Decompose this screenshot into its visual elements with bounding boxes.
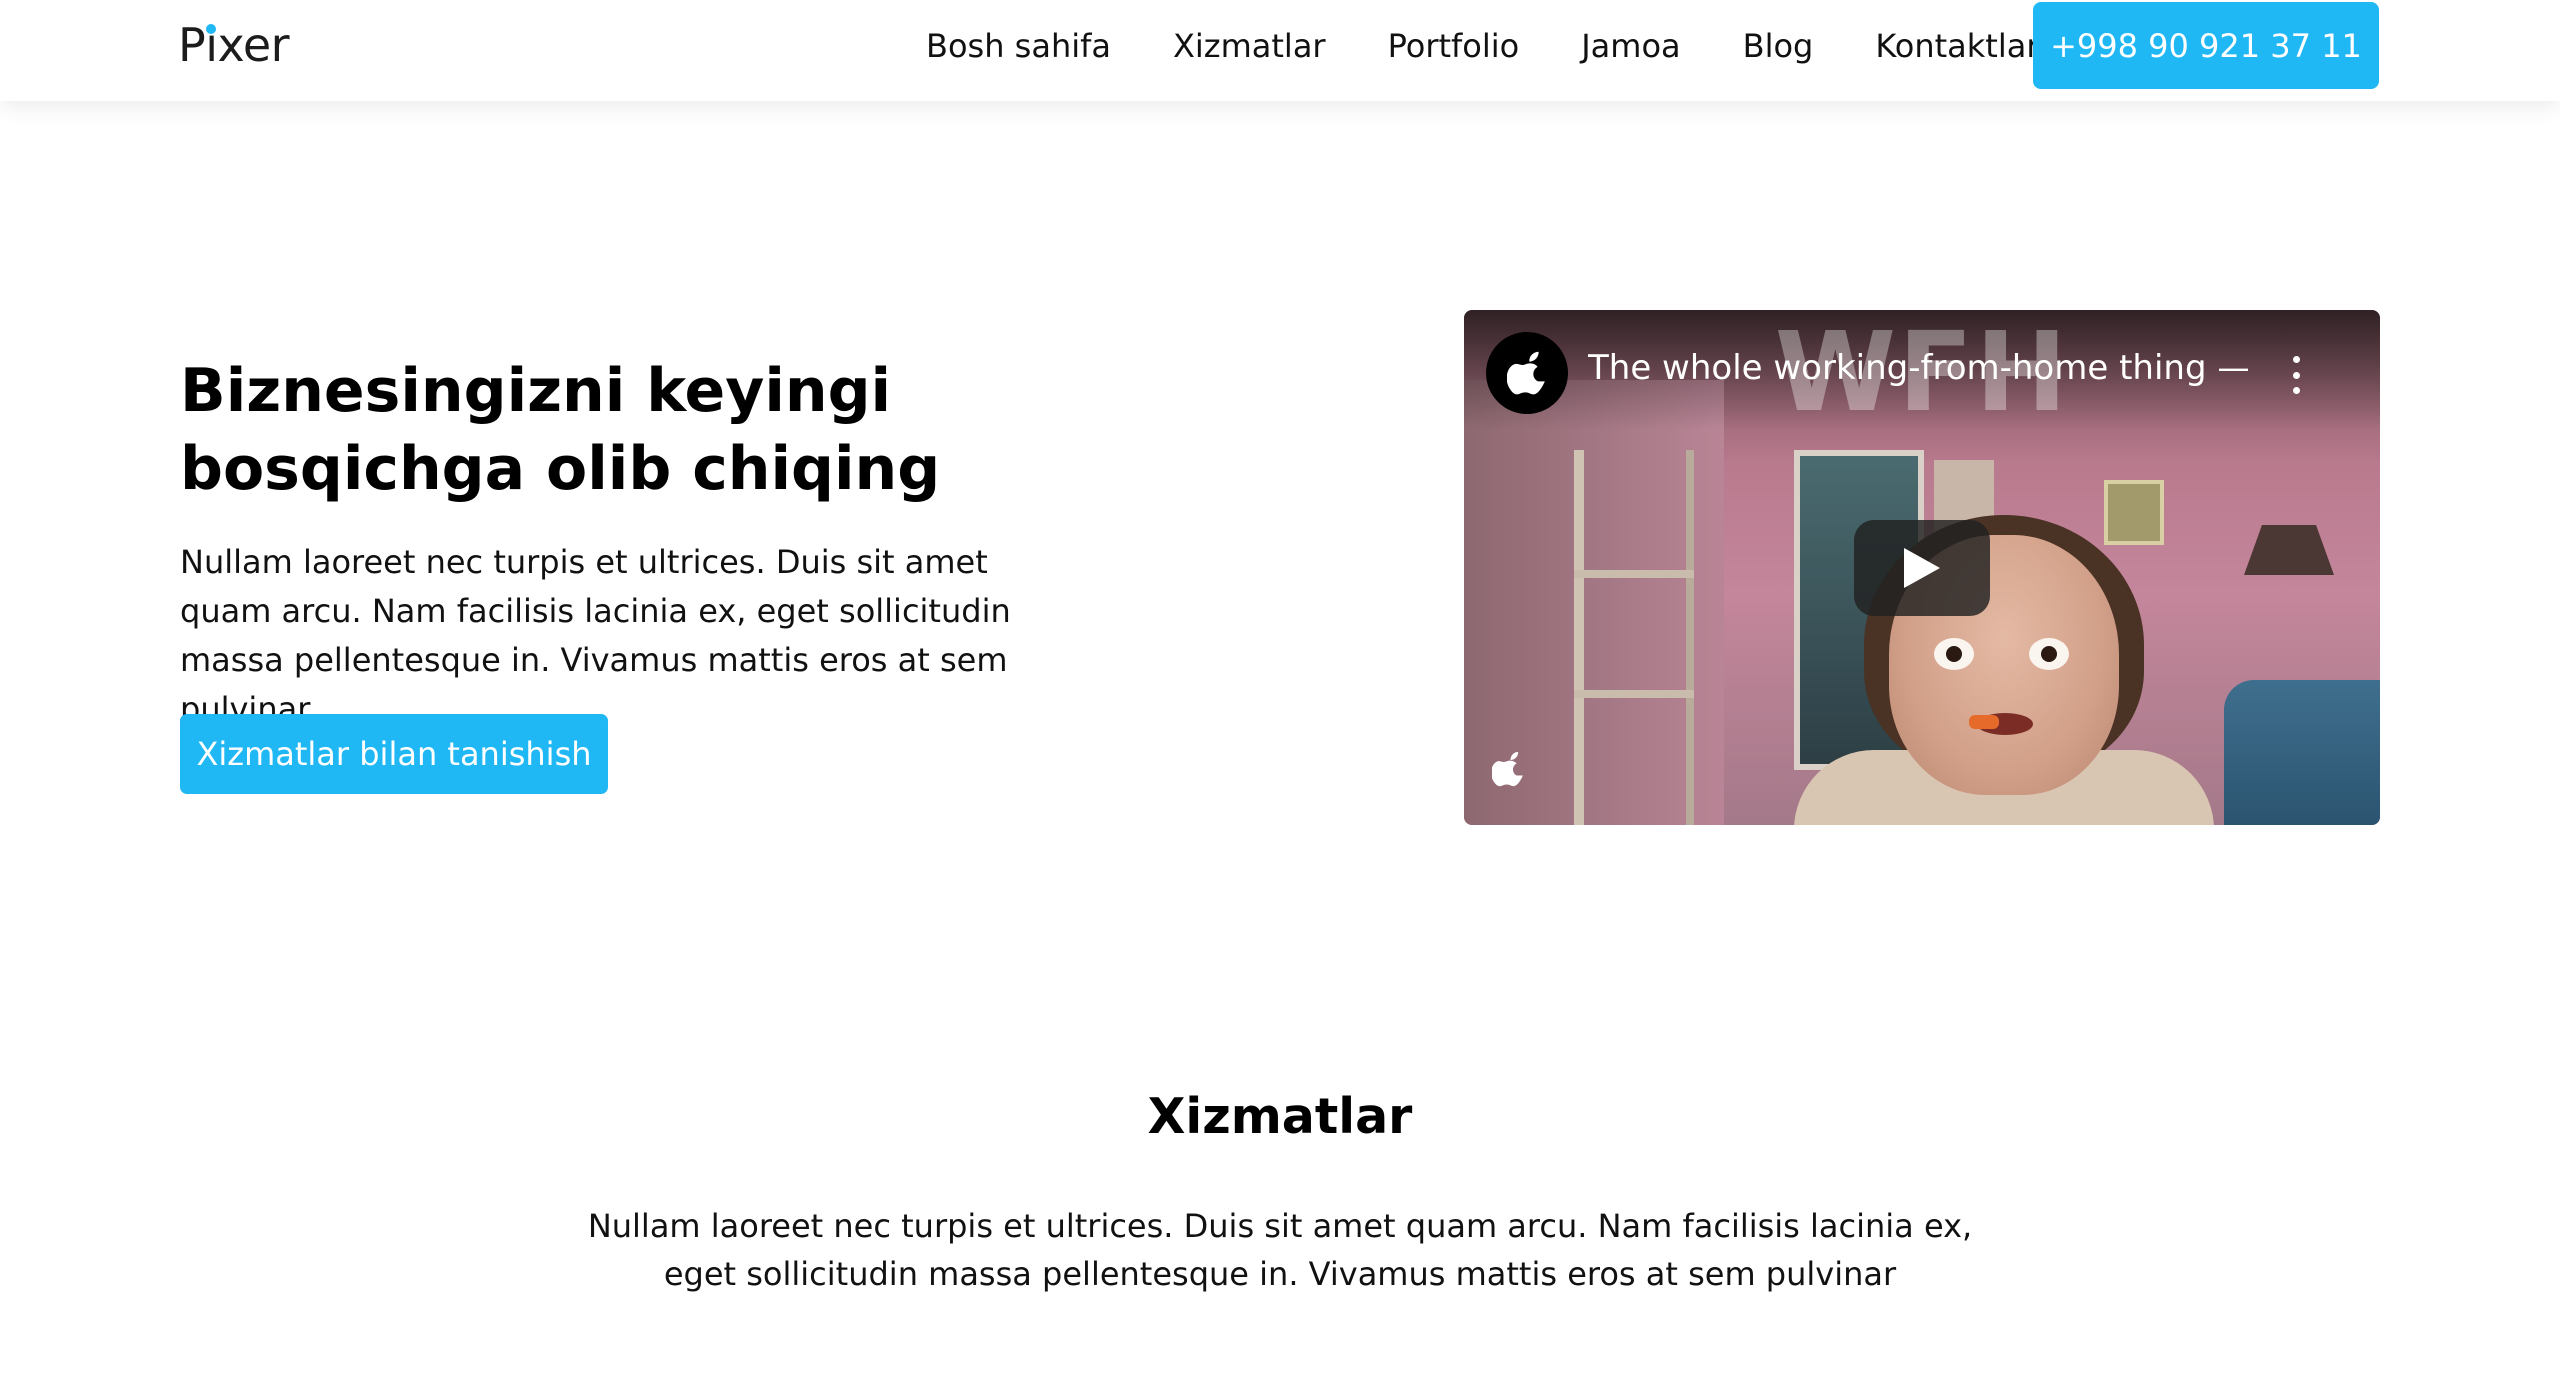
apple-logo-svg-small: [1492, 751, 1523, 787]
services-section-description: Nullam laoreet nec turpis et ultrices. D…: [587, 1207, 1973, 1293]
video-player[interactable]: WFH The whole working-from-home thing — …: [1464, 310, 2380, 825]
site-header: Pı xer Bosh sahifa Xizmatlar Portfolio Ja…: [0, 0, 2560, 101]
video-scene-sofa: [2224, 680, 2380, 825]
menu-dot: [2292, 371, 2300, 379]
nav-link-bosh-sahifa[interactable]: Bosh sahifa: [926, 27, 1111, 65]
services-cta-button[interactable]: Xizmatlar bilan tanishish: [180, 714, 608, 794]
nav-link-jamoa[interactable]: Jamoa: [1581, 27, 1680, 65]
nav-link-portfolio[interactable]: Portfolio: [1388, 27, 1520, 65]
apple-logo-icon[interactable]: [1486, 332, 1568, 414]
watermark-apple-icon[interactable]: [1484, 745, 1534, 795]
video-scene-eye-left: [1934, 638, 1974, 670]
logo-letter-i: ı: [205, 18, 218, 72]
nav-link-blog[interactable]: Blog: [1743, 27, 1814, 65]
video-scene-carrot: [1969, 715, 1999, 729]
logo[interactable]: Pı xer: [178, 18, 290, 72]
video-title[interactable]: The whole working-from-home thing — ...: [1588, 348, 2248, 388]
hero-title: Biznesingizni keyingi bosqichga olib chi…: [180, 356, 941, 504]
play-icon: [1904, 548, 1940, 588]
menu-dot: [2292, 356, 2300, 363]
nav-link-kontaktlar[interactable]: Kontaktlar: [1875, 27, 2039, 65]
services-section-title: Xizmatlar: [1147, 1088, 1413, 1145]
play-button[interactable]: [1854, 520, 1990, 616]
logo-dot: [206, 24, 217, 34]
more-vertical-icon[interactable]: [2290, 356, 2302, 394]
logo-letter-p: P: [178, 18, 206, 72]
apple-logo-svg: [1507, 351, 1545, 395]
logo-letters-xer: xer: [217, 18, 290, 72]
nav-link-xizmatlar[interactable]: Xizmatlar: [1173, 27, 1326, 65]
video-scene-shelf: [1574, 450, 1694, 825]
hero-description: Nullam laoreet nec turpis et ultrices. D…: [180, 543, 1011, 728]
phone-button[interactable]: +998 90 921 37 11: [2033, 2, 2379, 89]
video-scene-eye-right: [2029, 638, 2069, 670]
video-scene-lamp: [2244, 525, 2334, 575]
menu-dot: [2292, 387, 2300, 394]
video-scene-picture: [2104, 480, 2164, 545]
main-nav: Bosh sahifa Xizmatlar Portfolio Jamoa Bl…: [926, 0, 2040, 92]
